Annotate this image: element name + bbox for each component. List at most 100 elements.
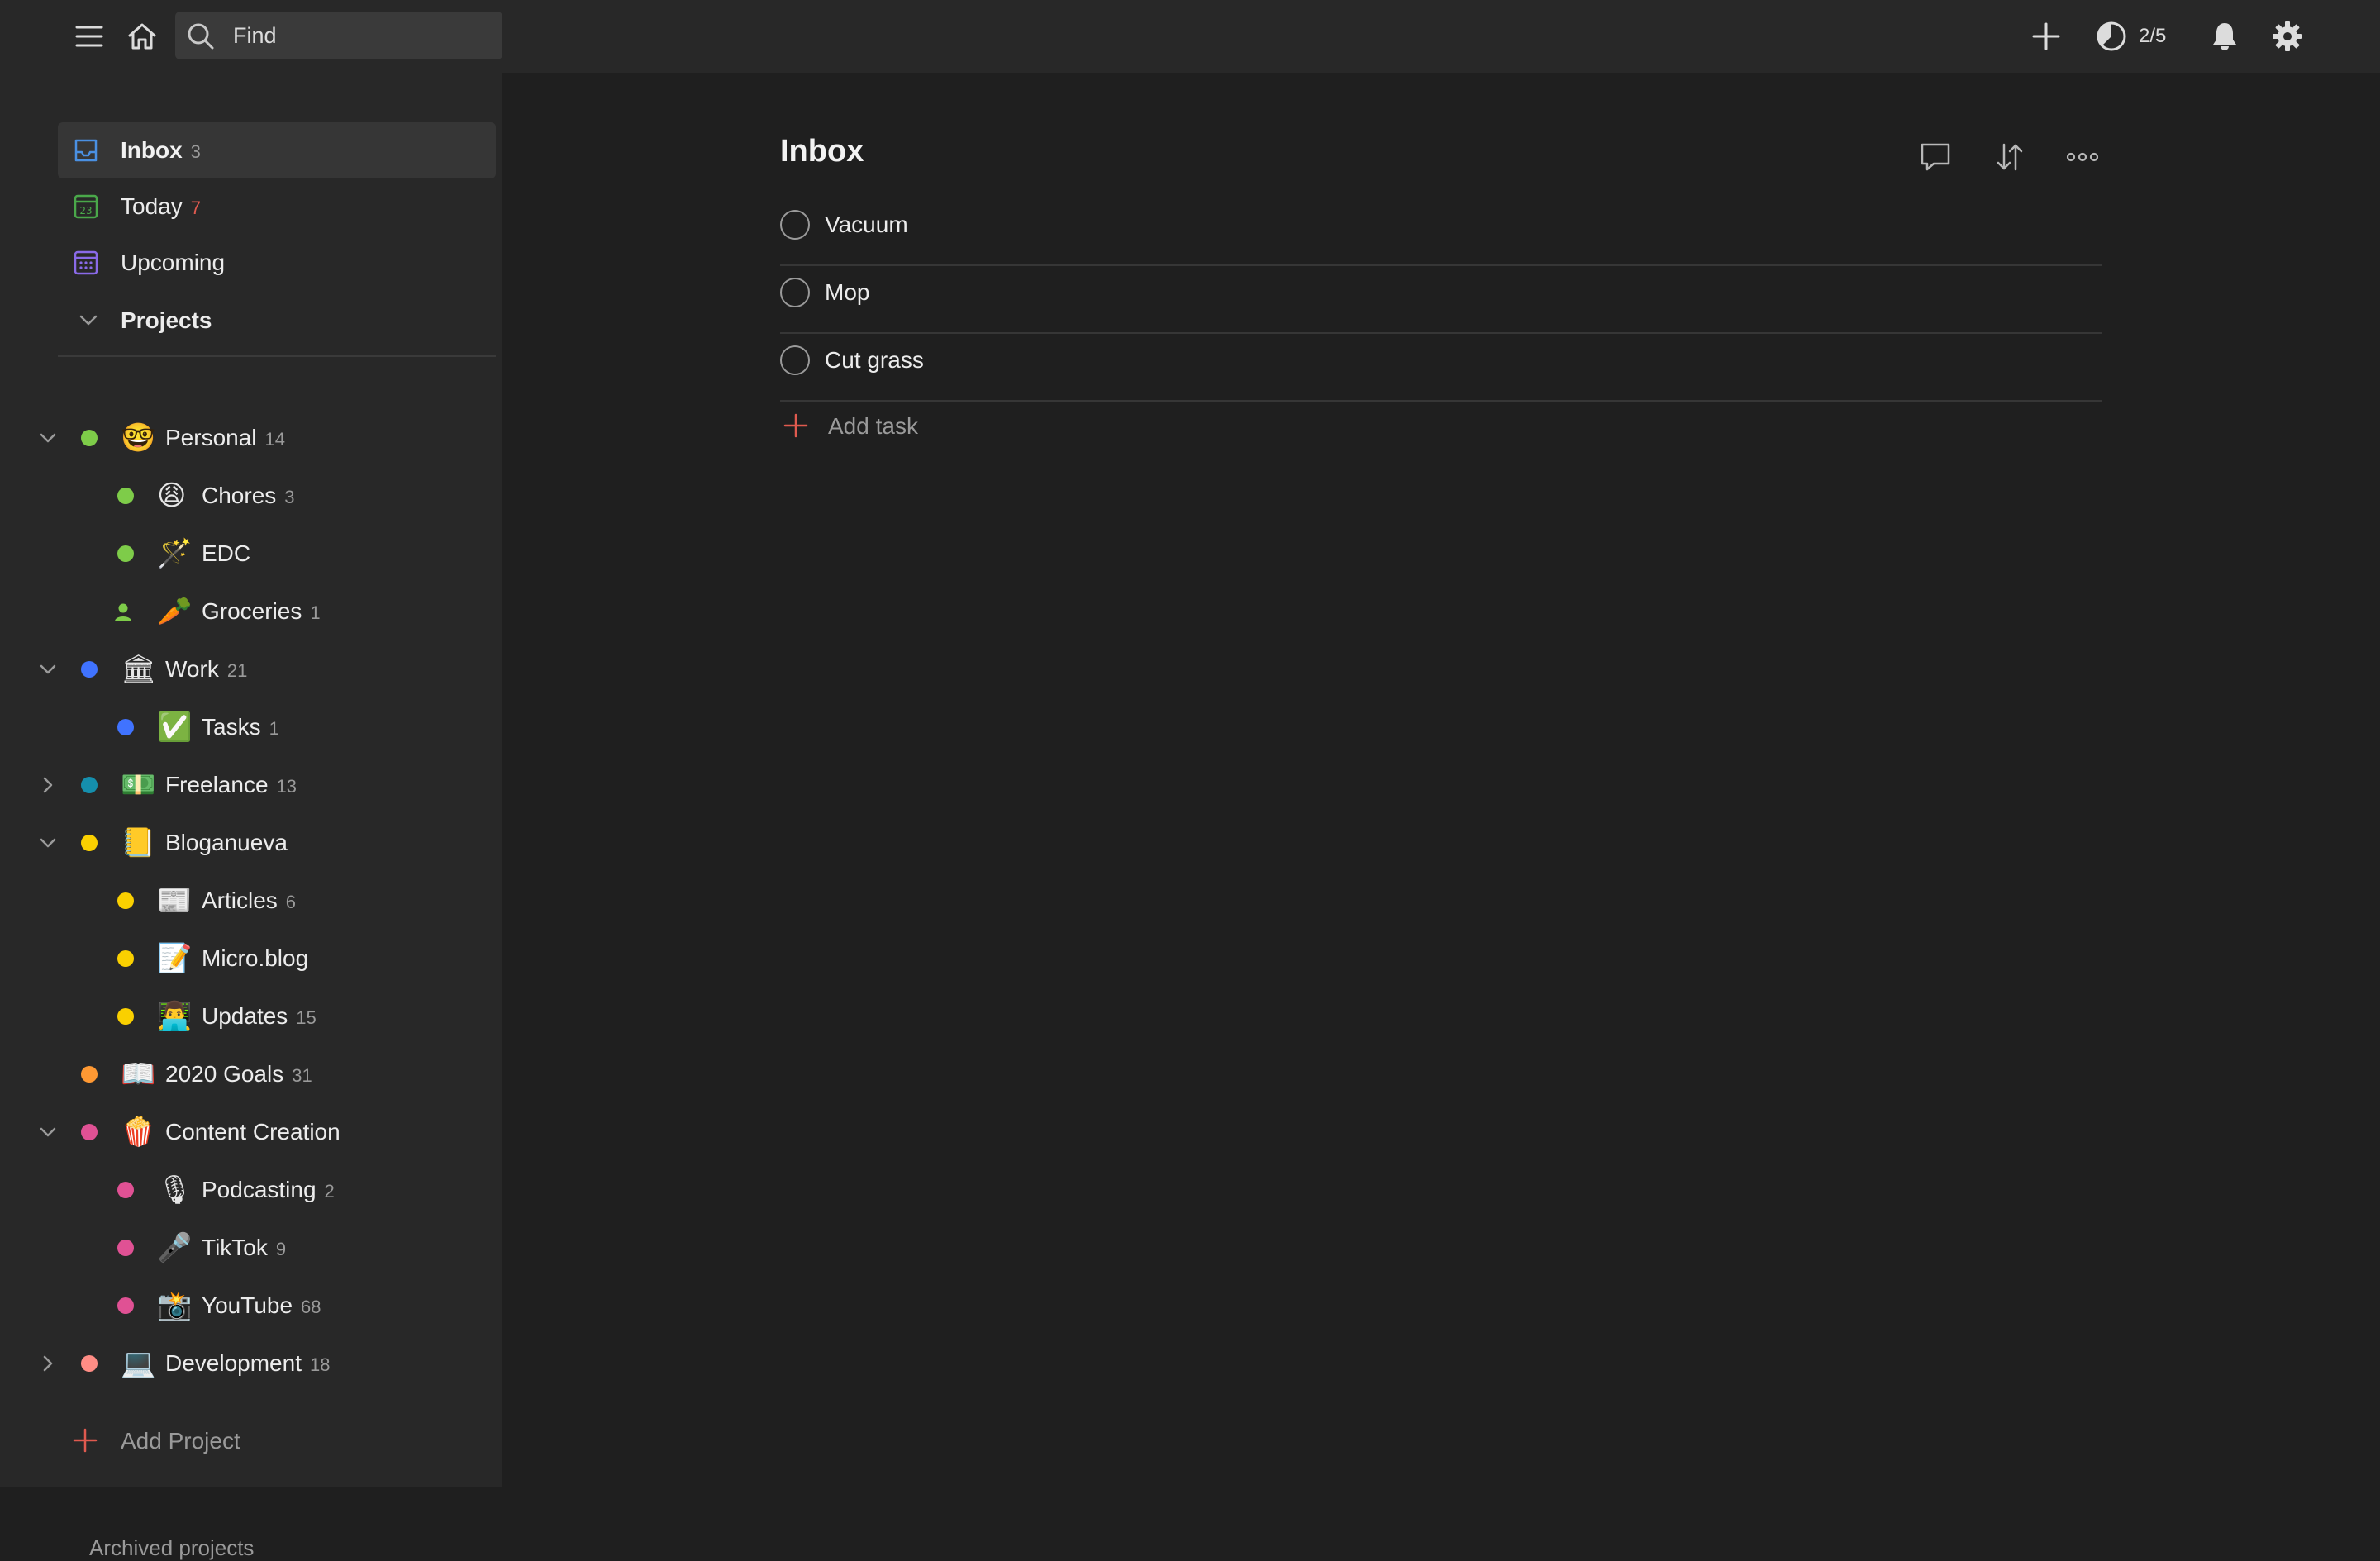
- projects-header[interactable]: Projects: [58, 296, 496, 345]
- plus-icon: [73, 1428, 98, 1453]
- project-item[interactable]: 🪄 EDC: [0, 526, 502, 582]
- project-label: Work 21: [165, 656, 248, 682]
- task-row[interactable]: Mop: [780, 266, 2102, 334]
- project-item[interactable]: 📒 Bloganueva: [0, 815, 502, 871]
- sidebar-item-label: Today 7: [121, 193, 201, 219]
- project-count: 14: [264, 429, 285, 450]
- chevron-right-icon[interactable]: [36, 773, 60, 797]
- plus-icon: [783, 413, 808, 438]
- project-item[interactable]: ✅ Tasks 1: [0, 699, 502, 755]
- project-item[interactable]: 💵 Freelance 13: [0, 757, 502, 813]
- productivity-button[interactable]: 2/5: [2096, 17, 2166, 56]
- project-label: Tasks 1: [202, 714, 279, 740]
- project-label: Updates 15: [202, 1003, 317, 1029]
- chevron-right-icon[interactable]: [36, 1352, 60, 1375]
- project-count: 3: [284, 487, 295, 507]
- archived-projects-link[interactable]: Archived projects: [89, 1535, 254, 1561]
- project-color-dot: [81, 835, 98, 851]
- project-emoji: 🎙: [157, 1173, 193, 1206]
- project-item[interactable]: 🎙 Podcasting 2: [0, 1162, 502, 1218]
- sidebar-item-label: Inbox 3: [121, 137, 201, 163]
- today-count: 7: [190, 198, 201, 218]
- project-label: Freelance 13: [165, 772, 297, 797]
- project-emoji: 🪄: [157, 537, 193, 570]
- project-color-dot: [81, 430, 98, 446]
- project-count: 31: [292, 1065, 312, 1086]
- project-emoji: 📝: [157, 942, 193, 975]
- quick-add-icon[interactable]: [2026, 17, 2066, 56]
- task-content[interactable]: Vacuum: [825, 212, 908, 238]
- project-item[interactable]: 🏛 Work 21: [0, 641, 502, 697]
- project-item[interactable]: 🤓 Personal 14: [0, 410, 502, 466]
- search-placeholder: Find: [233, 23, 277, 48]
- task-checkbox[interactable]: [780, 345, 810, 375]
- project-label: TikTok 9: [202, 1235, 287, 1260]
- project-emoji: 👨‍💻: [157, 1000, 193, 1033]
- project-label: Articles 6: [202, 888, 297, 913]
- project-color-dot: [117, 1008, 134, 1025]
- project-emoji: ✅: [157, 711, 193, 744]
- project-item[interactable]: 😩 Chores 3: [0, 468, 502, 524]
- project-item[interactable]: 📸 YouTube 68: [0, 1278, 502, 1334]
- project-color-dot: [81, 661, 98, 678]
- project-color-dot: [117, 488, 134, 504]
- task-checkbox[interactable]: [780, 210, 810, 240]
- project-emoji: 🤓: [121, 421, 156, 454]
- project-item[interactable]: 🥕 Groceries 1: [0, 583, 502, 640]
- search-input[interactable]: Find: [175, 12, 502, 59]
- add-task-button[interactable]: Add task: [780, 408, 1111, 445]
- project-label: Chores 3: [202, 483, 295, 508]
- task-row[interactable]: Cut grass: [780, 334, 2102, 402]
- chevron-down-icon[interactable]: [36, 831, 60, 854]
- calendar-grid-icon: [74, 250, 98, 275]
- project-count: 13: [276, 776, 297, 797]
- project-label: YouTube 68: [202, 1292, 321, 1318]
- project-emoji: 🥕: [157, 595, 193, 628]
- sidebar: Inbox 3 23 Today 7 Upcoming Projects 🤓 Pers…: [0, 73, 502, 1560]
- karma-pie-icon: [2097, 21, 2126, 51]
- sidebar-item-upcoming[interactable]: Upcoming: [58, 235, 496, 291]
- bell-icon[interactable]: [2205, 17, 2244, 56]
- divider: [58, 355, 496, 357]
- projects-title: Projects: [121, 307, 212, 333]
- project-color-dot: [117, 719, 134, 735]
- gear-icon[interactable]: [2268, 17, 2307, 56]
- menu-icon[interactable]: [69, 17, 109, 56]
- project-color-dot: [81, 1124, 98, 1140]
- add-task-label: Add task: [828, 413, 918, 439]
- karma-value: 2/5: [2139, 25, 2167, 47]
- more-options-icon[interactable]: [2064, 140, 2101, 178]
- search-icon: [188, 23, 214, 50]
- sort-icon[interactable]: [1993, 140, 2026, 178]
- svg-text:23: 23: [79, 205, 92, 217]
- inbox-count: 3: [190, 141, 201, 162]
- sidebar-item-inbox[interactable]: Inbox 3: [58, 122, 496, 178]
- project-item[interactable]: 🍿 Content Creation: [0, 1104, 502, 1160]
- project-emoji: 💵: [121, 769, 156, 802]
- chevron-down-icon[interactable]: [36, 1121, 60, 1144]
- project-color-dot: [117, 1240, 134, 1256]
- task-checkbox[interactable]: [780, 278, 810, 307]
- project-item[interactable]: 🎤 TikTok 9: [0, 1220, 502, 1276]
- project-item[interactable]: 📖 2020 Goals 31: [0, 1046, 502, 1102]
- chevron-down-icon[interactable]: [36, 658, 60, 681]
- sidebar-item-today[interactable]: 23 Today 7: [58, 178, 496, 235]
- comment-icon[interactable]: [1919, 140, 1952, 178]
- task-content[interactable]: Cut grass: [825, 347, 924, 374]
- home-icon[interactable]: [122, 17, 162, 56]
- project-emoji: 🎤: [157, 1231, 193, 1264]
- project-item[interactable]: 📝 Micro.blog: [0, 930, 502, 987]
- project-count: 6: [285, 892, 297, 912]
- project-item[interactable]: 📰 Articles 6: [0, 873, 502, 929]
- chevron-down-icon[interactable]: [36, 426, 60, 450]
- task-row[interactable]: Vacuum: [780, 198, 2102, 266]
- shared-person-icon: [112, 602, 134, 623]
- project-count: 21: [226, 660, 248, 681]
- project-item[interactable]: 💻 Development 18: [0, 1335, 502, 1392]
- project-label: Content Creation: [165, 1119, 340, 1145]
- project-item[interactable]: 👨‍💻 Updates 15: [0, 988, 502, 1045]
- project-label: Podcasting 2: [202, 1177, 335, 1202]
- project-color-dot: [117, 950, 134, 967]
- task-content[interactable]: Mop: [825, 279, 869, 306]
- project-count: 18: [309, 1354, 331, 1375]
